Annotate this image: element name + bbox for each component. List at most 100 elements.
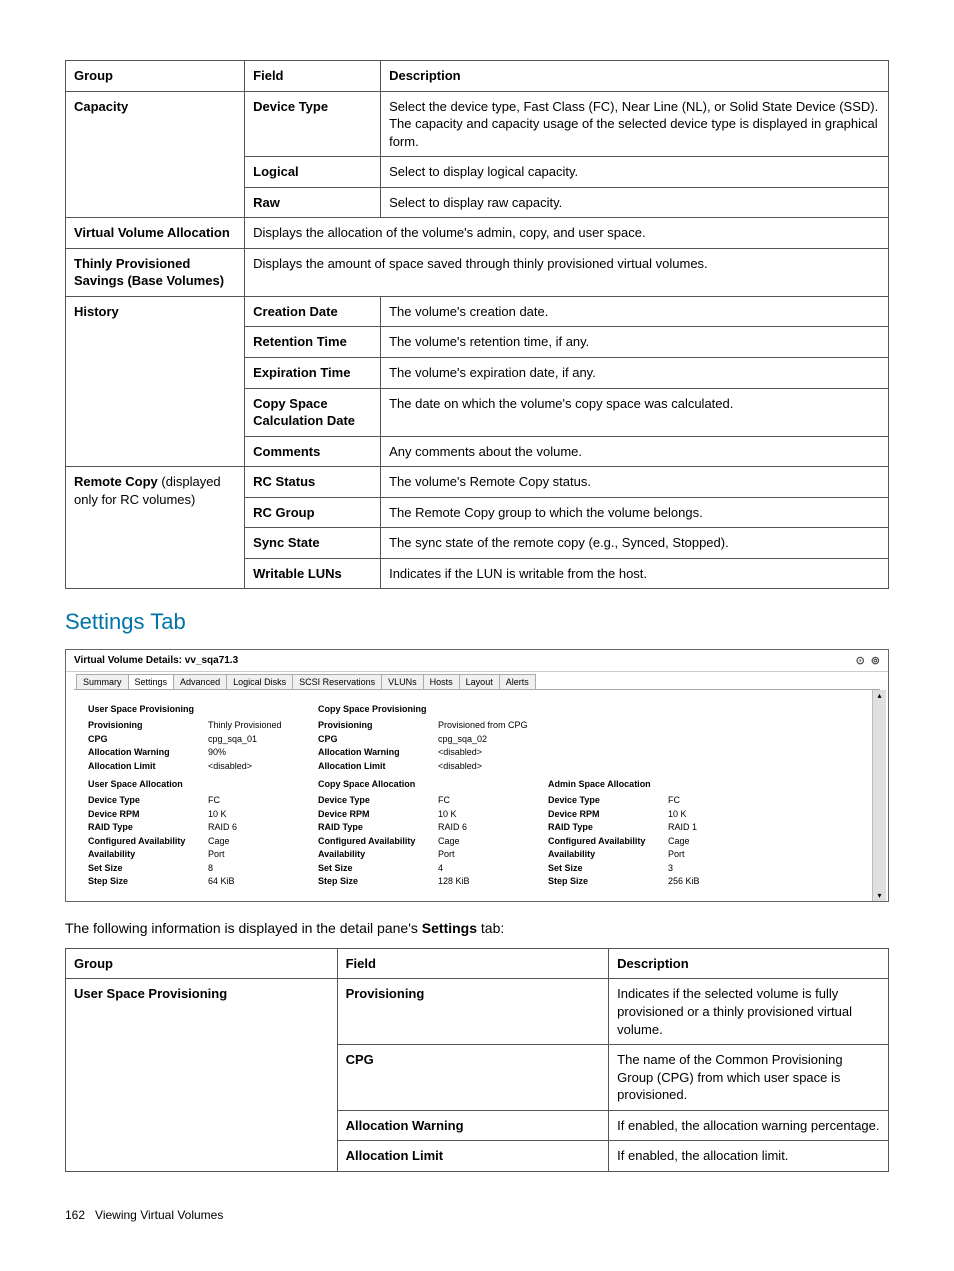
field-cell: Creation Date (245, 296, 381, 327)
kv-row: RAID TypeRAID 6 (318, 821, 518, 835)
kv-row: CPGcpg_sqa_02 (318, 733, 528, 747)
kv-row: AvailabilityPort (318, 848, 518, 862)
kv-row: ProvisioningThinly Provisioned (88, 719, 288, 733)
collapse-down-icon[interactable]: ⊚ (871, 654, 880, 667)
desc-cell: The date on which the volume's copy spac… (381, 388, 889, 436)
kv-row: Step Size64 KiB (88, 875, 288, 889)
kv-key: Availability (318, 848, 438, 862)
tab-vluns[interactable]: VLUNs (381, 674, 424, 689)
table-row: Virtual Volume Allocation Displays the a… (66, 218, 889, 249)
desc-cell: Select to display raw capacity. (381, 187, 889, 218)
kv-key: RAID Type (318, 821, 438, 835)
panel-body: User Space Provisioning ProvisioningThin… (74, 689, 880, 901)
tab-settings[interactable]: Settings (128, 674, 175, 689)
kv-key: RAID Type (88, 821, 208, 835)
kv-row: Device TypeFC (318, 794, 518, 808)
table-row: Capacity Device Type Select the device t… (66, 91, 889, 157)
desc-cell: Select to display logical capacity. (381, 157, 889, 188)
group-cell: Remote Copy (displayed only for RC volum… (66, 467, 245, 589)
scrollbar[interactable]: ▴ ▾ (872, 690, 886, 901)
kv-row: Device RPM10 K (88, 808, 288, 822)
desc-cell: The volume's Remote Copy status. (381, 467, 889, 498)
page-footer: 162 Viewing Virtual Volumes (65, 1208, 889, 1222)
table-row: User Space Provisioning Provisioning Ind… (66, 979, 889, 1045)
desc-cell: Displays the amount of space saved throu… (245, 248, 889, 296)
field-cell: Comments (245, 436, 381, 467)
table-row: History Creation Date The volume's creat… (66, 296, 889, 327)
kv-value: FC (668, 794, 680, 808)
kv-row: CPGcpg_sqa_01 (88, 733, 288, 747)
kv-key: Device RPM (548, 808, 668, 822)
field-cell: Sync State (245, 528, 381, 559)
group-cell: Thinly Provisioned Savings (Base Volumes… (66, 248, 245, 296)
kv-value: RAID 6 (438, 821, 467, 835)
panel-titlebar: Virtual Volume Details: vv_sqa71.3 ⊙ ⊚ (66, 650, 888, 672)
kv-key: Step Size (548, 875, 668, 889)
desc-cell: If enabled, the allocation warning perce… (609, 1110, 889, 1141)
field-cell: CPG (337, 1045, 609, 1111)
tab-alerts[interactable]: Alerts (499, 674, 536, 689)
tab-logical-disks[interactable]: Logical Disks (226, 674, 293, 689)
kv-key: Step Size (88, 875, 208, 889)
kv-value: Cage (438, 835, 460, 849)
desc-cell: Displays the allocation of the volume's … (245, 218, 889, 249)
desc-cell: Indicates if the selected volume is full… (609, 979, 889, 1045)
table-header-row: Group Field Description (66, 61, 889, 92)
page: Group Field Description Capacity Device … (0, 0, 954, 1262)
kv-row: Device TypeFC (548, 794, 748, 808)
kv-value: Port (438, 848, 455, 862)
kv-key: Configured Availability (318, 835, 438, 849)
table-header-row: Group Field Description (66, 948, 889, 979)
kv-row: AvailabilityPort (548, 848, 748, 862)
kv-row: RAID TypeRAID 6 (88, 821, 288, 835)
screenshot-panel: Virtual Volume Details: vv_sqa71.3 ⊙ ⊚ S… (65, 649, 889, 902)
tab-scsi-reservations[interactable]: SCSI Reservations (292, 674, 382, 689)
kv-value: Thinly Provisioned (208, 719, 282, 733)
kv-key: CPG (318, 733, 438, 747)
kv-value: <disabled> (438, 760, 482, 774)
kv-value: FC (438, 794, 450, 808)
kv-row: Set Size3 (548, 862, 748, 876)
kv-key: Configured Availability (88, 835, 208, 849)
kv-value: 90% (208, 746, 226, 760)
titlebar-icons: ⊙ ⊚ (856, 654, 880, 667)
kv-key: Set Size (318, 862, 438, 876)
collapse-up-icon[interactable]: ⊙ (856, 654, 865, 667)
desc-cell: The volume's creation date. (381, 296, 889, 327)
desc-cell: If enabled, the allocation limit. (609, 1141, 889, 1172)
kv-value: 10 K (208, 808, 227, 822)
block-title: User Space Allocation (88, 779, 288, 789)
col-description: Description (609, 948, 889, 979)
tab-advanced[interactable]: Advanced (173, 674, 227, 689)
kv-value: FC (208, 794, 220, 808)
tab-summary[interactable]: Summary (76, 674, 129, 689)
tab-layout[interactable]: Layout (459, 674, 500, 689)
field-cell: Writable LUNs (245, 558, 381, 589)
kv-row: Device RPM10 K (318, 808, 518, 822)
kv-value: RAID 1 (668, 821, 697, 835)
kv-value: 64 KiB (208, 875, 235, 889)
kv-key: Device Type (548, 794, 668, 808)
group-cell: User Space Provisioning (66, 979, 338, 1171)
kv-row: Allocation Limit<disabled> (88, 760, 288, 774)
user-space-provisioning: User Space Provisioning ProvisioningThin… (88, 698, 288, 773)
kv-key: Availability (548, 848, 668, 862)
kv-row: Configured AvailabilityCage (88, 835, 288, 849)
kv-key: Device Type (318, 794, 438, 808)
kv-row: Device TypeFC (88, 794, 288, 808)
scroll-up-icon[interactable]: ▴ (877, 691, 881, 700)
copy-space-provisioning: Copy Space Provisioning ProvisioningProv… (318, 698, 528, 773)
kv-key: Set Size (548, 862, 668, 876)
desc-cell: The sync state of the remote copy (e.g.,… (381, 528, 889, 559)
allocation-row: User Space Allocation Device TypeFCDevic… (88, 773, 866, 889)
kv-key: Device Type (88, 794, 208, 808)
kv-key: Allocation Limit (318, 760, 438, 774)
field-cell: RC Status (245, 467, 381, 498)
kv-key: Availability (88, 848, 208, 862)
tab-hosts[interactable]: Hosts (423, 674, 460, 689)
col-field: Field (245, 61, 381, 92)
block-title: Copy Space Provisioning (318, 704, 528, 714)
field-cell: Provisioning (337, 979, 609, 1045)
scroll-down-icon[interactable]: ▾ (877, 891, 881, 900)
kv-row: Allocation Limit<disabled> (318, 760, 528, 774)
